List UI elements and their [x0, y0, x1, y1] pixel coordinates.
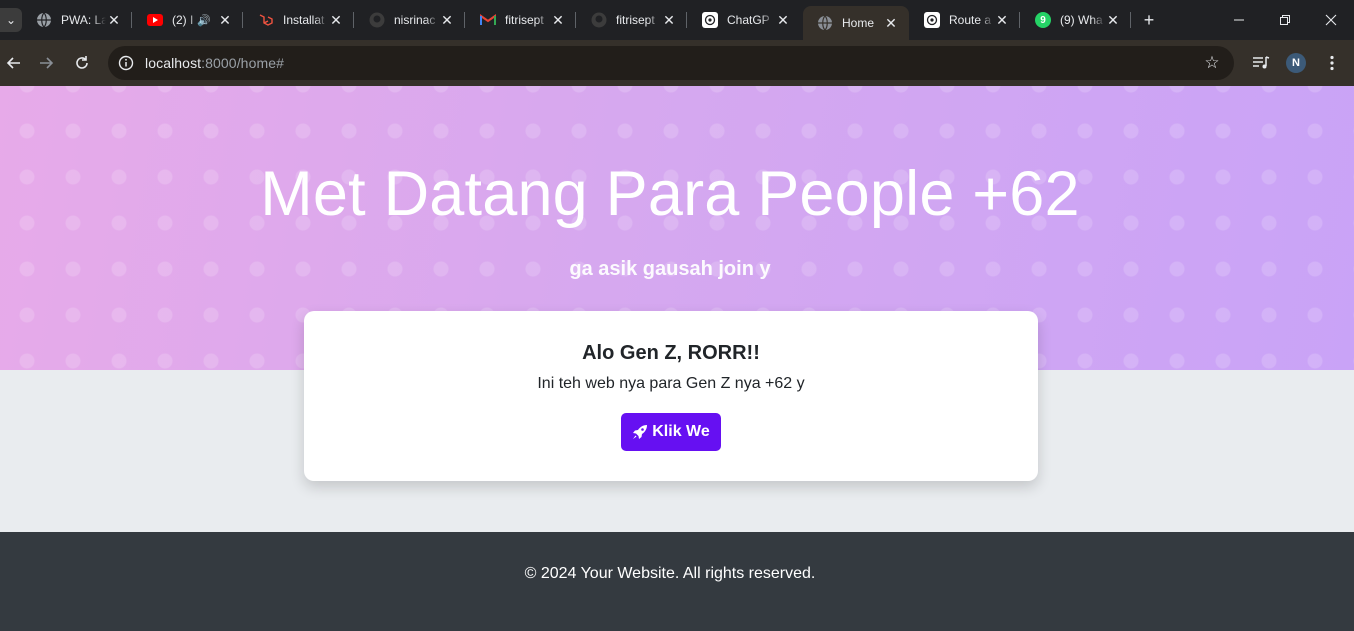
globe-icon	[36, 12, 52, 28]
browser-tab[interactable]: ChatGP ✕	[688, 6, 801, 34]
chatgpt-icon	[702, 12, 718, 28]
tab-title: fitrisept	[616, 13, 655, 27]
more-vertical-icon	[1330, 55, 1334, 71]
back-button[interactable]	[0, 49, 28, 77]
hero-title: Met Datang Para People +62	[260, 159, 1080, 229]
close-icon[interactable]: ✕	[439, 12, 455, 29]
laravel-icon	[258, 12, 274, 28]
bookmark-star-icon[interactable]: ☆	[1202, 53, 1222, 73]
tab-title: (9) Wha	[1060, 13, 1103, 27]
arrow-right-icon	[40, 57, 54, 69]
footer-copyright: © 2024 Your Website. All rights reserved…	[524, 565, 816, 582]
browser-tab[interactable]: (2) I 🔊 ✕	[133, 6, 243, 34]
tab-search-button[interactable]: ⌄	[0, 8, 22, 32]
close-icon[interactable]: ✕	[106, 12, 122, 29]
hero-subtitle: ga asik gausah join y	[569, 258, 771, 280]
close-icon[interactable]: ✕	[775, 12, 791, 29]
rocket-icon	[633, 425, 648, 439]
media-control-button[interactable]	[1248, 49, 1274, 77]
close-icon[interactable]: ✕	[661, 12, 677, 29]
card-title: Alo Gen Z, RORR!!	[582, 342, 760, 364]
reload-icon	[76, 56, 88, 69]
card-text: Ini teh web nya para Gen Z nya +62 y	[537, 375, 805, 392]
close-icon[interactable]: ✕	[1105, 12, 1121, 29]
browser-tab[interactable]: Installat ✕	[244, 6, 354, 34]
minimize-button[interactable]	[1216, 0, 1262, 40]
klik-we-button[interactable]: Klik We	[621, 413, 721, 451]
button-label: Klik We	[652, 423, 710, 440]
url-path: :8000/home#	[201, 55, 284, 71]
avatar: N	[1286, 53, 1306, 73]
browser-tab[interactable]: Route a ✕	[910, 6, 1020, 34]
site-info-icon[interactable]	[116, 53, 136, 73]
speaker-icon[interactable]: 🔊	[197, 14, 211, 27]
browser-tab-active[interactable]: Home ✕	[803, 6, 909, 40]
browser-tab[interactable]: nisrinac ✕	[355, 6, 465, 34]
address-bar[interactable]: localhost:8000/home# ☆	[108, 46, 1234, 80]
browser-menu-button[interactable]	[1320, 49, 1344, 77]
url-host: localhost	[145, 55, 202, 71]
youtube-icon	[147, 12, 163, 28]
browser-tab-strip: ⌄ PWA: La ✕ (2) I 🔊 ✕ Installat ✕ nisrin…	[0, 0, 1354, 40]
restore-button[interactable]	[1262, 0, 1308, 40]
url-text[interactable]: localhost:8000/home#	[145, 55, 284, 71]
close-icon[interactable]: ✕	[217, 12, 233, 29]
whatsapp-icon: 9	[1035, 12, 1051, 28]
globe-icon	[817, 15, 833, 31]
tab-title: Home	[842, 16, 875, 30]
github-icon	[591, 12, 607, 28]
github-icon	[369, 12, 385, 28]
forward-button[interactable]	[32, 49, 60, 77]
tab-title: nisrinac	[394, 13, 436, 27]
tab-title: Route a	[949, 13, 992, 27]
close-icon[interactable]: ✕	[883, 15, 899, 32]
browser-toolbar: localhost:8000/home# ☆ N	[0, 40, 1354, 86]
arrow-left-icon	[6, 57, 20, 69]
browser-tab[interactable]: 9 (9) Wha ✕	[1021, 6, 1131, 34]
gmail-icon	[480, 12, 496, 28]
tab-title: ChatGP	[727, 13, 770, 27]
window-close-button[interactable]	[1308, 0, 1354, 40]
tab-title: Installat	[283, 13, 325, 27]
page-content: Met Datang Para People +62 ga asik gausa…	[0, 86, 1354, 631]
chevron-down-icon: ⌄	[5, 13, 17, 27]
site-footer: © 2024 Your Website. All rights reserved…	[0, 532, 1354, 631]
close-icon[interactable]: ✕	[550, 12, 566, 29]
welcome-card: Alo Gen Z, RORR!! Ini teh web nya para G…	[304, 311, 1038, 481]
tab-title: fitrisept	[505, 13, 544, 27]
browser-tab[interactable]: fitrisept ✕	[577, 6, 687, 34]
tab-title: PWA: La	[61, 13, 106, 27]
close-icon[interactable]: ✕	[328, 12, 344, 29]
chatgpt-icon	[924, 12, 940, 28]
new-tab-button[interactable]: +	[1139, 9, 1159, 31]
tab-title: (2) I	[172, 13, 194, 27]
browser-tab[interactable]: fitrisept ✕	[466, 6, 576, 34]
close-icon[interactable]: ✕	[994, 12, 1010, 29]
browser-tab[interactable]: PWA: La ✕	[22, 6, 132, 34]
profile-button[interactable]: N	[1284, 49, 1308, 77]
queue-music-icon	[1253, 56, 1270, 69]
reload-button[interactable]	[68, 49, 96, 77]
